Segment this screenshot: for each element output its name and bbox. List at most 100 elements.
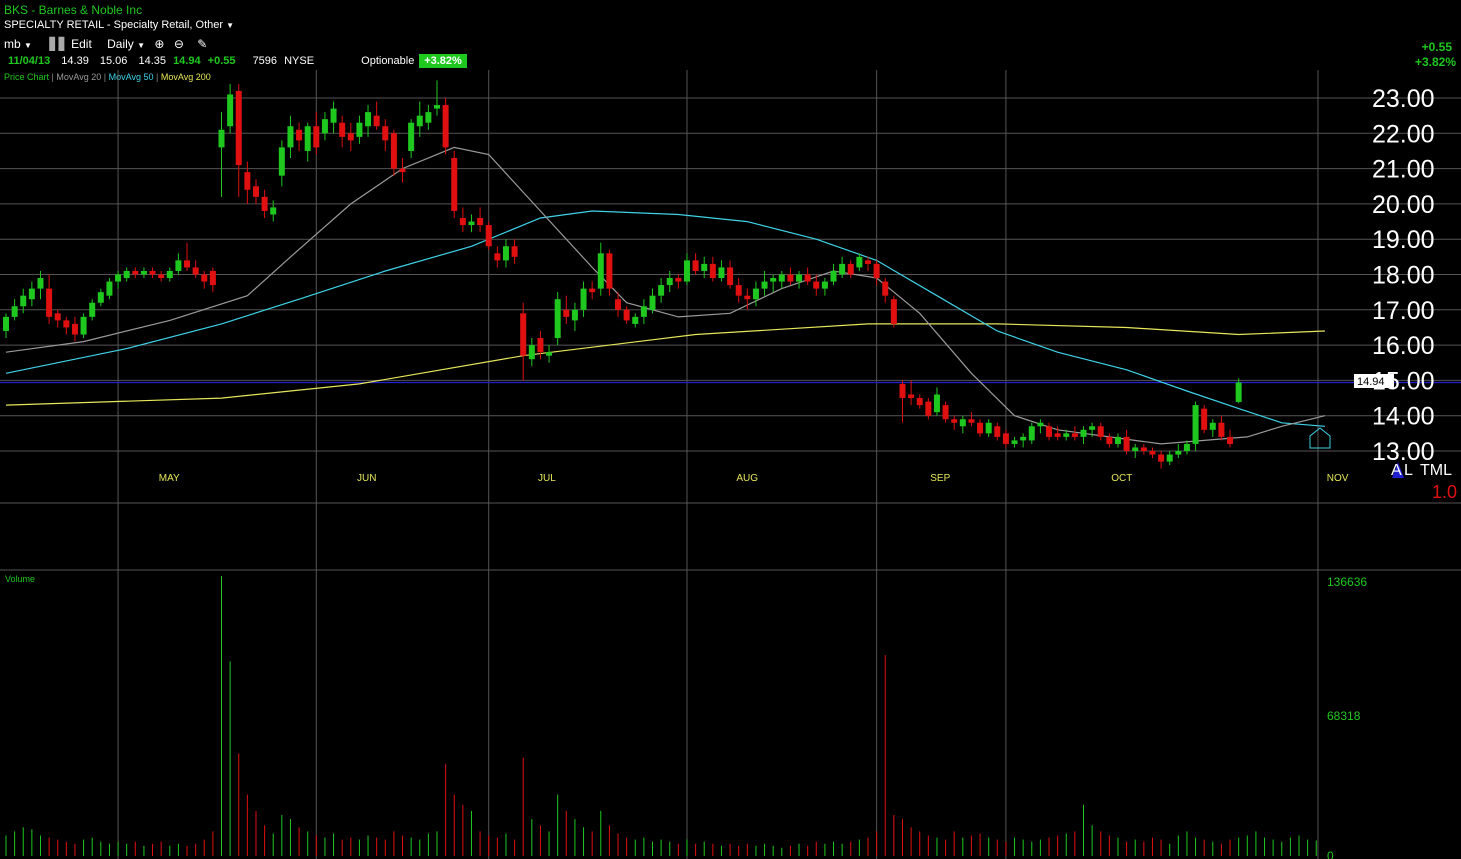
candle-body (856, 256, 863, 268)
candle-body (451, 158, 458, 211)
y-tick-label: 19.00 (1372, 226, 1435, 254)
candle-body (1114, 436, 1121, 444)
corner-l: L (1404, 462, 1413, 479)
month-label: SEP (930, 473, 950, 484)
candle-body (580, 288, 587, 310)
axis-labels: 23.00 22.00 21.00 20.00 19.00 18.00 17.00 16.00… (159, 85, 1435, 859)
candle-body (494, 253, 501, 261)
candle-body (485, 225, 492, 247)
candle-body (425, 112, 432, 123)
candle-body (434, 105, 440, 109)
candle-body (692, 260, 699, 271)
candle-body (1028, 426, 1035, 441)
candle-body (390, 133, 397, 169)
candle-body (1037, 422, 1044, 427)
month-label: MAY (159, 473, 180, 484)
candle-body (1080, 429, 1087, 437)
candle-body (770, 278, 777, 282)
candle-body (166, 270, 173, 279)
candle-body (468, 221, 475, 226)
candle-body (209, 270, 216, 286)
candle-body (20, 295, 27, 307)
candle-body (666, 278, 673, 286)
candle-body (968, 419, 975, 423)
candle-body (1149, 451, 1156, 455)
scale-label: 1.0 (1432, 482, 1457, 502)
candle-body (416, 115, 423, 127)
candle-body (1002, 433, 1009, 444)
ma50-layer (5, 210, 1325, 427)
candle-body (623, 309, 630, 321)
volume-tick-label: 68318 (1327, 709, 1361, 723)
candle-body (89, 302, 96, 317)
candle-body (149, 270, 156, 275)
candle-body (330, 108, 337, 123)
candle-body (158, 274, 165, 279)
y-tick-label: 20.00 (1372, 191, 1435, 219)
candle-body (916, 398, 923, 406)
ma20-layer (5, 146, 1326, 445)
candle-body (1175, 451, 1182, 455)
candle-body (106, 281, 113, 296)
candle-body (890, 299, 897, 324)
candle-body (882, 281, 889, 296)
month-label: NOV (1327, 473, 1349, 484)
candle-body (735, 285, 742, 296)
candle-body (658, 285, 665, 296)
candle-body (382, 126, 389, 141)
candle-body (1123, 436, 1130, 451)
candle-body (709, 263, 716, 279)
candle-body (1132, 447, 1139, 451)
candle-body (408, 122, 415, 151)
candle-body (787, 274, 794, 282)
candle-body (140, 270, 147, 275)
candle-body (615, 299, 622, 310)
y-tick-label: 22.00 (1372, 120, 1435, 148)
price-volume-chart[interactable]: 23.00 22.00 21.00 20.00 19.00 18.00 17.00 16.00… (0, 0, 1461, 859)
candle-body (985, 422, 992, 434)
candle-body (537, 338, 544, 353)
candle-body (951, 419, 958, 423)
candle-body (339, 122, 346, 137)
candle-body (37, 278, 44, 289)
candle-body (847, 263, 854, 275)
candle-body (244, 172, 251, 190)
candle-body (373, 115, 380, 127)
candle-body (761, 281, 768, 289)
candle-body (830, 270, 837, 282)
candle-body (804, 274, 811, 282)
candle-body (261, 196, 268, 211)
candle-body (1011, 440, 1018, 444)
candle-body (1140, 447, 1147, 451)
candle-body (321, 119, 328, 134)
ma50-line (5, 210, 1325, 427)
month-label: JUN (357, 473, 376, 484)
candle-body (942, 405, 949, 420)
candle-body (899, 383, 906, 399)
candle-body (80, 316, 87, 335)
candle-body (71, 323, 78, 335)
candle-body (1218, 422, 1225, 437)
candle-body (1227, 436, 1234, 444)
candle-body (994, 426, 1001, 437)
candle-body (502, 246, 509, 261)
candle-body (546, 352, 553, 356)
candle-body (1063, 433, 1070, 437)
candle-body (278, 147, 285, 176)
candle-body (1054, 433, 1061, 437)
candle-body (296, 129, 303, 141)
candle-body (813, 281, 820, 289)
candle-body (528, 345, 535, 360)
candle-body (201, 274, 208, 282)
candle-body (563, 309, 570, 317)
candle-body (632, 316, 639, 324)
candle-body (925, 401, 932, 416)
candle-body (511, 246, 518, 257)
candle-body (28, 288, 35, 300)
candle-body (1089, 426, 1096, 430)
candle-body (46, 288, 53, 317)
candle-body (839, 263, 846, 275)
candle-body (597, 253, 604, 289)
candle-body (175, 260, 182, 271)
candle-body (184, 260, 191, 268)
